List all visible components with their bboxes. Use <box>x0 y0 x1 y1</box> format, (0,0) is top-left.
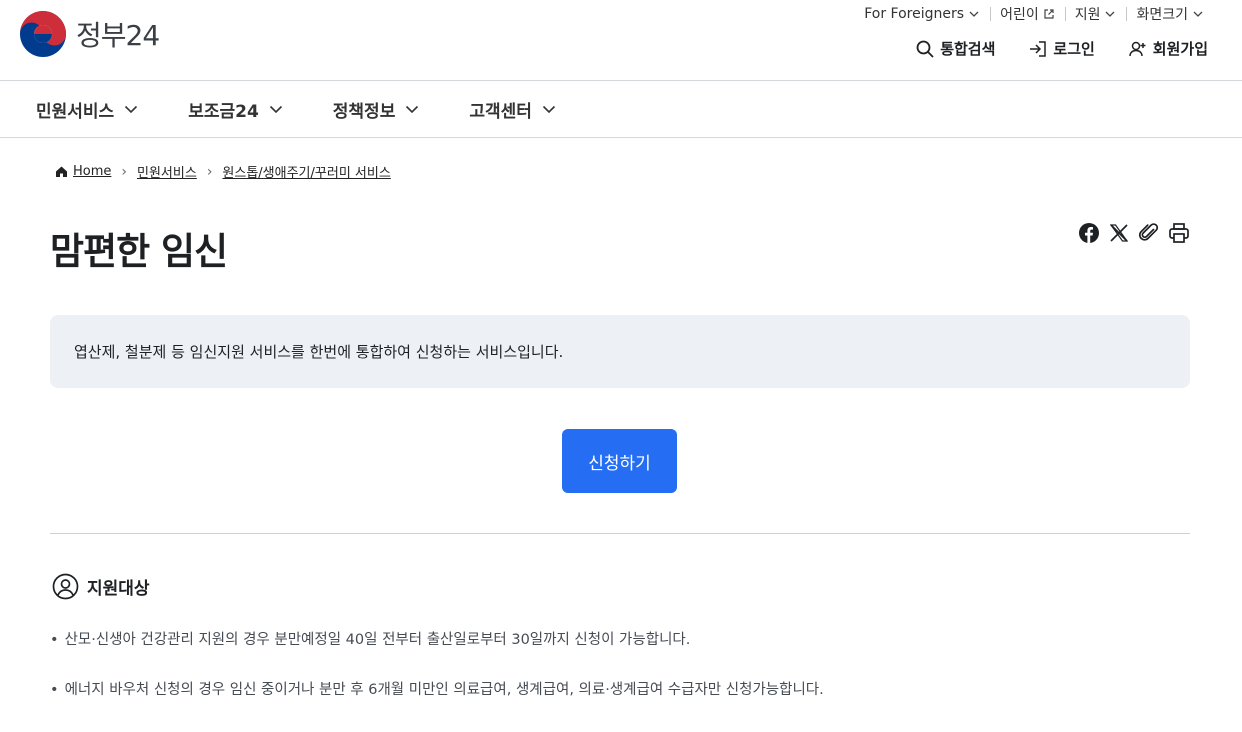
chevron-down-icon <box>969 11 979 17</box>
user-add-icon <box>1129 41 1146 56</box>
support-menu[interactable]: 지원 <box>1064 4 1127 24</box>
breadcrumb-civil-services[interactable]: 민원서비스 <box>137 162 197 181</box>
utility-menu: For Foreigners 어린이 지원 화면크기 <box>854 4 1214 24</box>
section-title: 지원대상 <box>87 579 150 599</box>
chevron-down-icon <box>542 105 555 114</box>
chevron-down-icon <box>269 105 282 114</box>
search-icon <box>916 40 934 58</box>
signup-button[interactable]: 회원가입 <box>1129 38 1208 59</box>
nav-item-label: 고객센터 <box>469 101 532 122</box>
apply-button[interactable]: 신청하기 <box>562 429 677 493</box>
link-copy-icon[interactable] <box>1138 222 1160 244</box>
nav-item-label: 정책정보 <box>332 101 396 122</box>
breadcrumb-onestop[interactable]: 원스톱/생애주기/꾸러미 서비스 <box>222 162 390 181</box>
screen-size-menu[interactable]: 화면크기 <box>1126 4 1214 24</box>
breadcrumb-separator: › <box>206 163 213 180</box>
nav-item-policy-info[interactable]: 정책정보 <box>333 97 420 122</box>
header-actions: 통합검색 로그인 회원가입 <box>916 38 1208 59</box>
main-navigation: 민원서비스 보조금24 정책정보 고객센터 <box>0 81 1242 138</box>
site-header: 정부24 For Foreigners 어린이 지원 화면크기 통합검색 로그인 <box>0 0 1242 81</box>
page-title: 맘편한 임신 <box>50 230 228 273</box>
screen-size-label: 화면크기 <box>1136 7 1188 23</box>
kids-label: 어린이 <box>1000 7 1039 23</box>
search-label: 통합검색 <box>940 40 996 58</box>
eligibility-list: 산모·신생아 건강관리 지원의 경우 분만예정일 40일 전부터 출산일로부터 … <box>50 628 824 728</box>
kids-link[interactable]: 어린이 <box>990 4 1065 24</box>
chevron-down-icon <box>125 105 138 114</box>
home-icon <box>56 166 67 177</box>
nav-item-customer-center[interactable]: 고객센터 <box>469 97 556 122</box>
nav-item-label: 보조금24 <box>188 101 259 122</box>
search-button[interactable]: 통합검색 <box>916 38 995 59</box>
user-circle-icon <box>52 573 79 600</box>
login-button[interactable]: 로그인 <box>1029 38 1095 59</box>
logo-text: 정부24 <box>76 19 160 52</box>
chevron-down-icon <box>1193 11 1203 17</box>
x-twitter-icon[interactable] <box>1108 222 1130 244</box>
breadcrumb-separator: › <box>121 163 127 180</box>
nav-item-subsidy24[interactable]: 보조금24 <box>188 97 283 122</box>
support-label: 지원 <box>1074 7 1101 23</box>
chevron-down-icon <box>406 105 419 114</box>
service-description: 엽산제, 철분제 등 임신지원 서비스를 한번에 통합하여 신청하는 서비스입니… <box>50 315 1190 388</box>
logo-link[interactable]: 정부24 <box>20 11 160 57</box>
for-foreigners-label: For Foreigners <box>864 6 965 22</box>
breadcrumb: Home › 민원서비스 › 원스톱/생애주기/꾸러미 서비스 <box>55 162 391 181</box>
nav-item-civil-services[interactable]: 민원서비스 <box>36 97 138 122</box>
breadcrumb-home[interactable]: Home <box>73 164 111 179</box>
signup-label: 회원가입 <box>1152 40 1208 58</box>
chevron-down-icon <box>1106 11 1115 17</box>
login-label: 로그인 <box>1053 40 1095 58</box>
print-icon[interactable] <box>1168 222 1190 244</box>
external-link-icon <box>1044 9 1054 19</box>
nav-item-label: 민원서비스 <box>36 101 115 122</box>
facebook-icon[interactable] <box>1078 222 1100 244</box>
list-item: 산모·신생아 건강관리 지원의 경우 분만예정일 40일 전부터 출산일로부터 … <box>50 628 824 650</box>
eligibility-section-header: 지원대상 <box>52 573 150 600</box>
for-foreigners-menu[interactable]: For Foreigners <box>854 6 990 22</box>
share-tools <box>1078 222 1190 244</box>
section-divider <box>50 533 1190 534</box>
taegeuk-logo-icon <box>20 11 66 57</box>
list-item: 에너지 바우처 신청의 경우 임신 중이거나 분만 후 6개월 미만인 의료급여… <box>50 678 824 700</box>
login-icon <box>1030 40 1047 57</box>
